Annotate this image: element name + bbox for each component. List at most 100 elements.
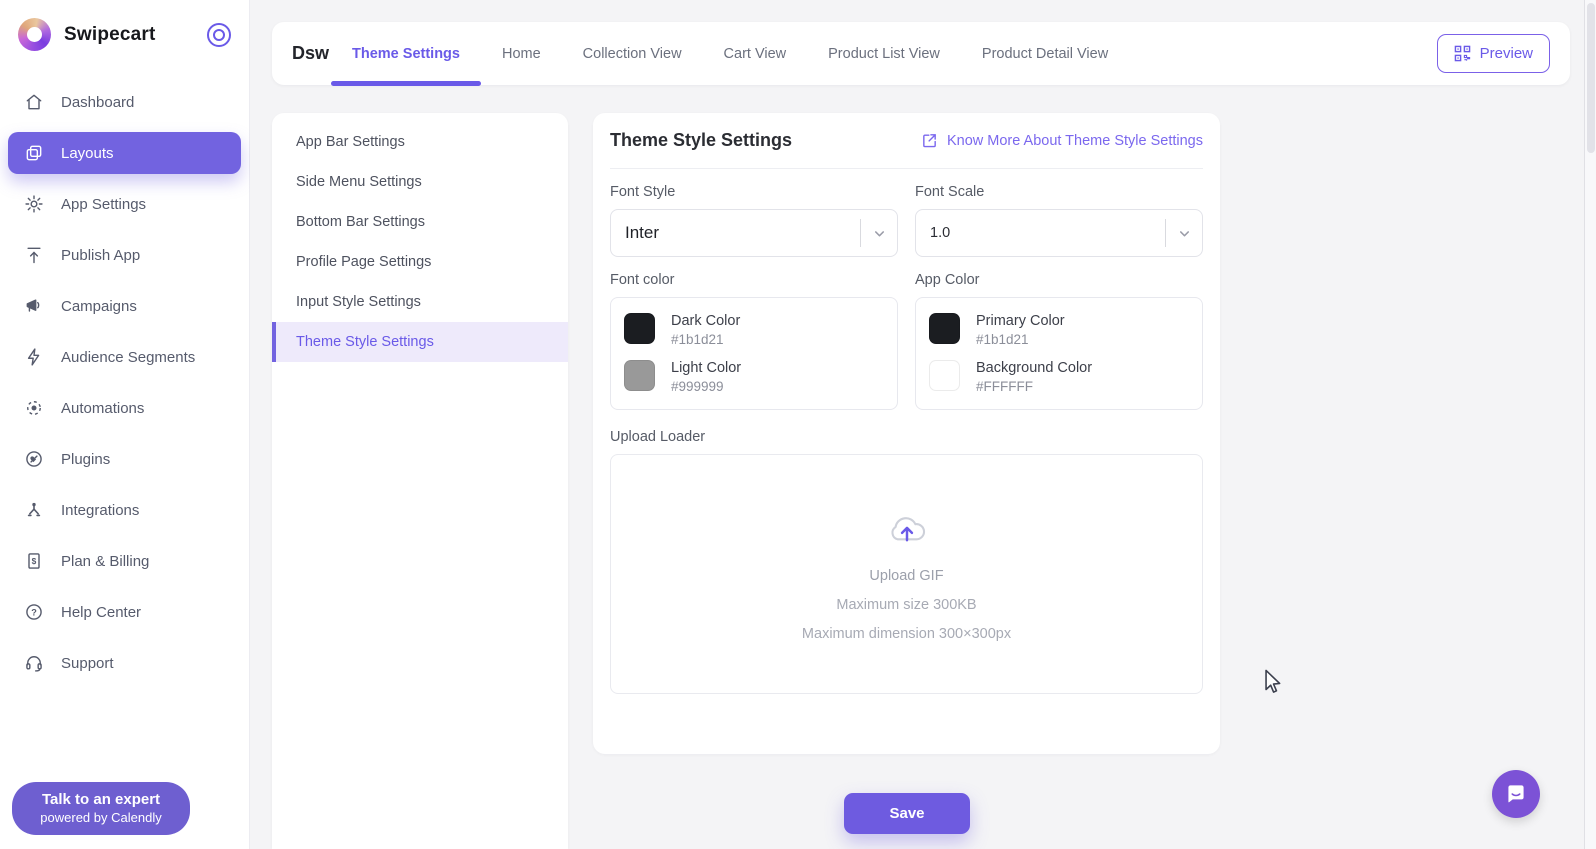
preview-button[interactable]: Preview [1436,34,1550,73]
sidebar-item-dashboard[interactable]: Dashboard [8,81,241,123]
integration-icon [27,502,41,517]
settings-item-app-bar[interactable]: App Bar Settings [272,122,568,162]
preview-button-label: Preview [1479,45,1533,62]
chevron-down-icon [1166,226,1202,241]
sidebar-item-layouts[interactable]: Layouts [8,132,241,174]
sidebar-item-label: Integrations [61,501,140,519]
home-icon [26,94,42,110]
know-more-label: Know More About Theme Style Settings [946,132,1203,149]
light-color-row[interactable]: Light Color #999999 [624,360,884,394]
primary-color-row[interactable]: Primary Color #1b1d21 [929,313,1189,347]
cloud-upload-icon [890,516,925,541]
sidebar-item-support[interactable]: Support [8,642,241,684]
app-color-card: Primary Color #1b1d21 Background Color #… [915,297,1203,410]
sidebar-item-campaigns[interactable]: Campaigns [8,285,241,327]
dark-color-swatch[interactable] [624,313,655,344]
billing-icon: $ [28,553,40,569]
tab-product-detail-view[interactable]: Product Detail View [961,22,1129,85]
font-style-select[interactable]: Inter [610,209,898,257]
main-area: Dsw Theme Settings Home Collection View … [250,0,1596,849]
sidebar-item-integrations[interactable]: Integrations [8,489,241,531]
expert-button-line1: Talk to an expert [41,791,161,808]
upload-loader-dropzone[interactable]: Upload GIF Maximum size 300KB Maximum di… [610,454,1203,694]
font-scale-value: 1.0 [930,225,951,241]
save-button[interactable]: Save [844,793,970,834]
swatch-hex: #999999 [671,379,724,394]
settings-item-bottom-bar[interactable]: Bottom Bar Settings [272,202,568,242]
sidebar-item-label: Dashboard [61,93,135,111]
dark-color-row[interactable]: Dark Color #1b1d21 [624,313,884,347]
swatch-hex: #FFFFFF [976,379,1033,394]
svg-text:?: ? [31,607,37,617]
sidebar-item-automations[interactable]: Automations [8,387,241,429]
font-scale-select[interactable]: 1.0 [915,209,1203,257]
sidebar-item-publish-app[interactable]: Publish App [8,234,241,276]
sidebar-item-label: Plugins [61,450,111,468]
know-more-link[interactable]: Know More About Theme Style Settings [921,132,1203,149]
settings-item-theme-style[interactable]: Theme Style Settings [272,322,568,362]
svg-text:$: $ [32,556,37,566]
sidebar-item-label: Layouts [61,144,114,162]
automation-icon [27,401,41,415]
sidebar-item-label: App Settings [61,195,147,213]
font-style-value: Inter [625,223,660,242]
external-link-icon [923,134,936,148]
topbar-tabs: Theme Settings Home Collection View Cart… [331,22,1129,86]
primary-color-swatch[interactable] [929,313,960,344]
talk-to-expert-button[interactable]: Talk to an expert powered by Calendly [12,782,190,835]
sidebar-nav: Dashboard Layouts App Settings Publish A… [0,61,249,849]
font-color-label: Font color [610,272,675,288]
sidebar-item-label: Help Center [61,603,142,621]
sidebar-item-plan-billing[interactable]: $ Plan & Billing [8,540,241,582]
panel-title: Theme Style Settings [610,130,793,150]
theme-style-panel: Theme Style Settings Know More About The… [593,113,1220,754]
expert-button-line2: powered by Calendly [40,810,162,825]
megaphone-icon [26,299,40,312]
swipecart-logo-icon [18,18,51,51]
upload-gif-text: Upload GIF [869,567,944,584]
sidebar-item-label: Support [61,654,114,672]
target-icon[interactable] [207,22,231,47]
settings-item-input-style[interactable]: Input Style Settings [272,282,568,322]
app-name: Dsw [292,43,330,63]
tab-collection-view[interactable]: Collection View [562,22,703,85]
chevron-down-icon [861,226,897,241]
brand-name: Swipecart [64,23,156,45]
swatch-name: Background Color [976,360,1093,376]
chat-widget-button[interactable] [1492,770,1540,818]
tab-product-list-view[interactable]: Product List View [807,22,961,85]
settings-item-profile-page[interactable]: Profile Page Settings [272,242,568,282]
tab-cart-view[interactable]: Cart View [703,22,808,85]
sidebar-item-plugins[interactable]: Plugins [8,438,241,480]
font-color-card: Dark Color #1b1d21 Light Color #999999 [610,297,898,410]
qr-code-icon [1454,45,1470,62]
gear-icon [25,195,43,213]
light-color-swatch[interactable] [624,360,655,391]
upload-max-size-text: Maximum size 300KB [836,596,977,613]
sidebar-item-app-settings[interactable]: App Settings [8,183,241,225]
sidebar-item-audience-segments[interactable]: Audience Segments [8,336,241,378]
upload-max-dimension-text: Maximum dimension 300×300px [801,625,1012,642]
sidebar-item-help-center[interactable]: ? Help Center [8,591,241,633]
background-color-row[interactable]: Background Color #FFFFFF [929,360,1189,394]
chat-bubble-icon [1508,785,1524,803]
layouts-icon [26,145,42,161]
swatch-hex: #1b1d21 [976,332,1029,347]
background-color-swatch[interactable] [929,360,960,391]
settings-item-side-menu[interactable]: Side Menu Settings [272,162,568,202]
publish-icon [27,247,41,264]
vertical-scrollbar[interactable] [1584,0,1596,849]
sidebar-item-label: Automations [61,399,145,417]
help-icon: ? [26,604,42,620]
settings-menu: App Bar Settings Side Menu Settings Bott… [272,113,568,849]
sidebar-item-label: Audience Segments [61,348,196,366]
sidebar-item-label: Campaigns [61,297,137,315]
lightning-icon [27,348,40,366]
font-style-label: Font Style [610,184,676,200]
tab-home[interactable]: Home [481,22,562,85]
tab-theme-settings[interactable]: Theme Settings [331,22,481,86]
sidebar: Swipecart Dashboard Layouts App Settings… [0,0,250,849]
brand-header: Swipecart [0,0,249,61]
app-root: Swipecart Dashboard Layouts App Settings… [0,0,1596,849]
scrollbar-thumb[interactable] [1586,3,1595,153]
